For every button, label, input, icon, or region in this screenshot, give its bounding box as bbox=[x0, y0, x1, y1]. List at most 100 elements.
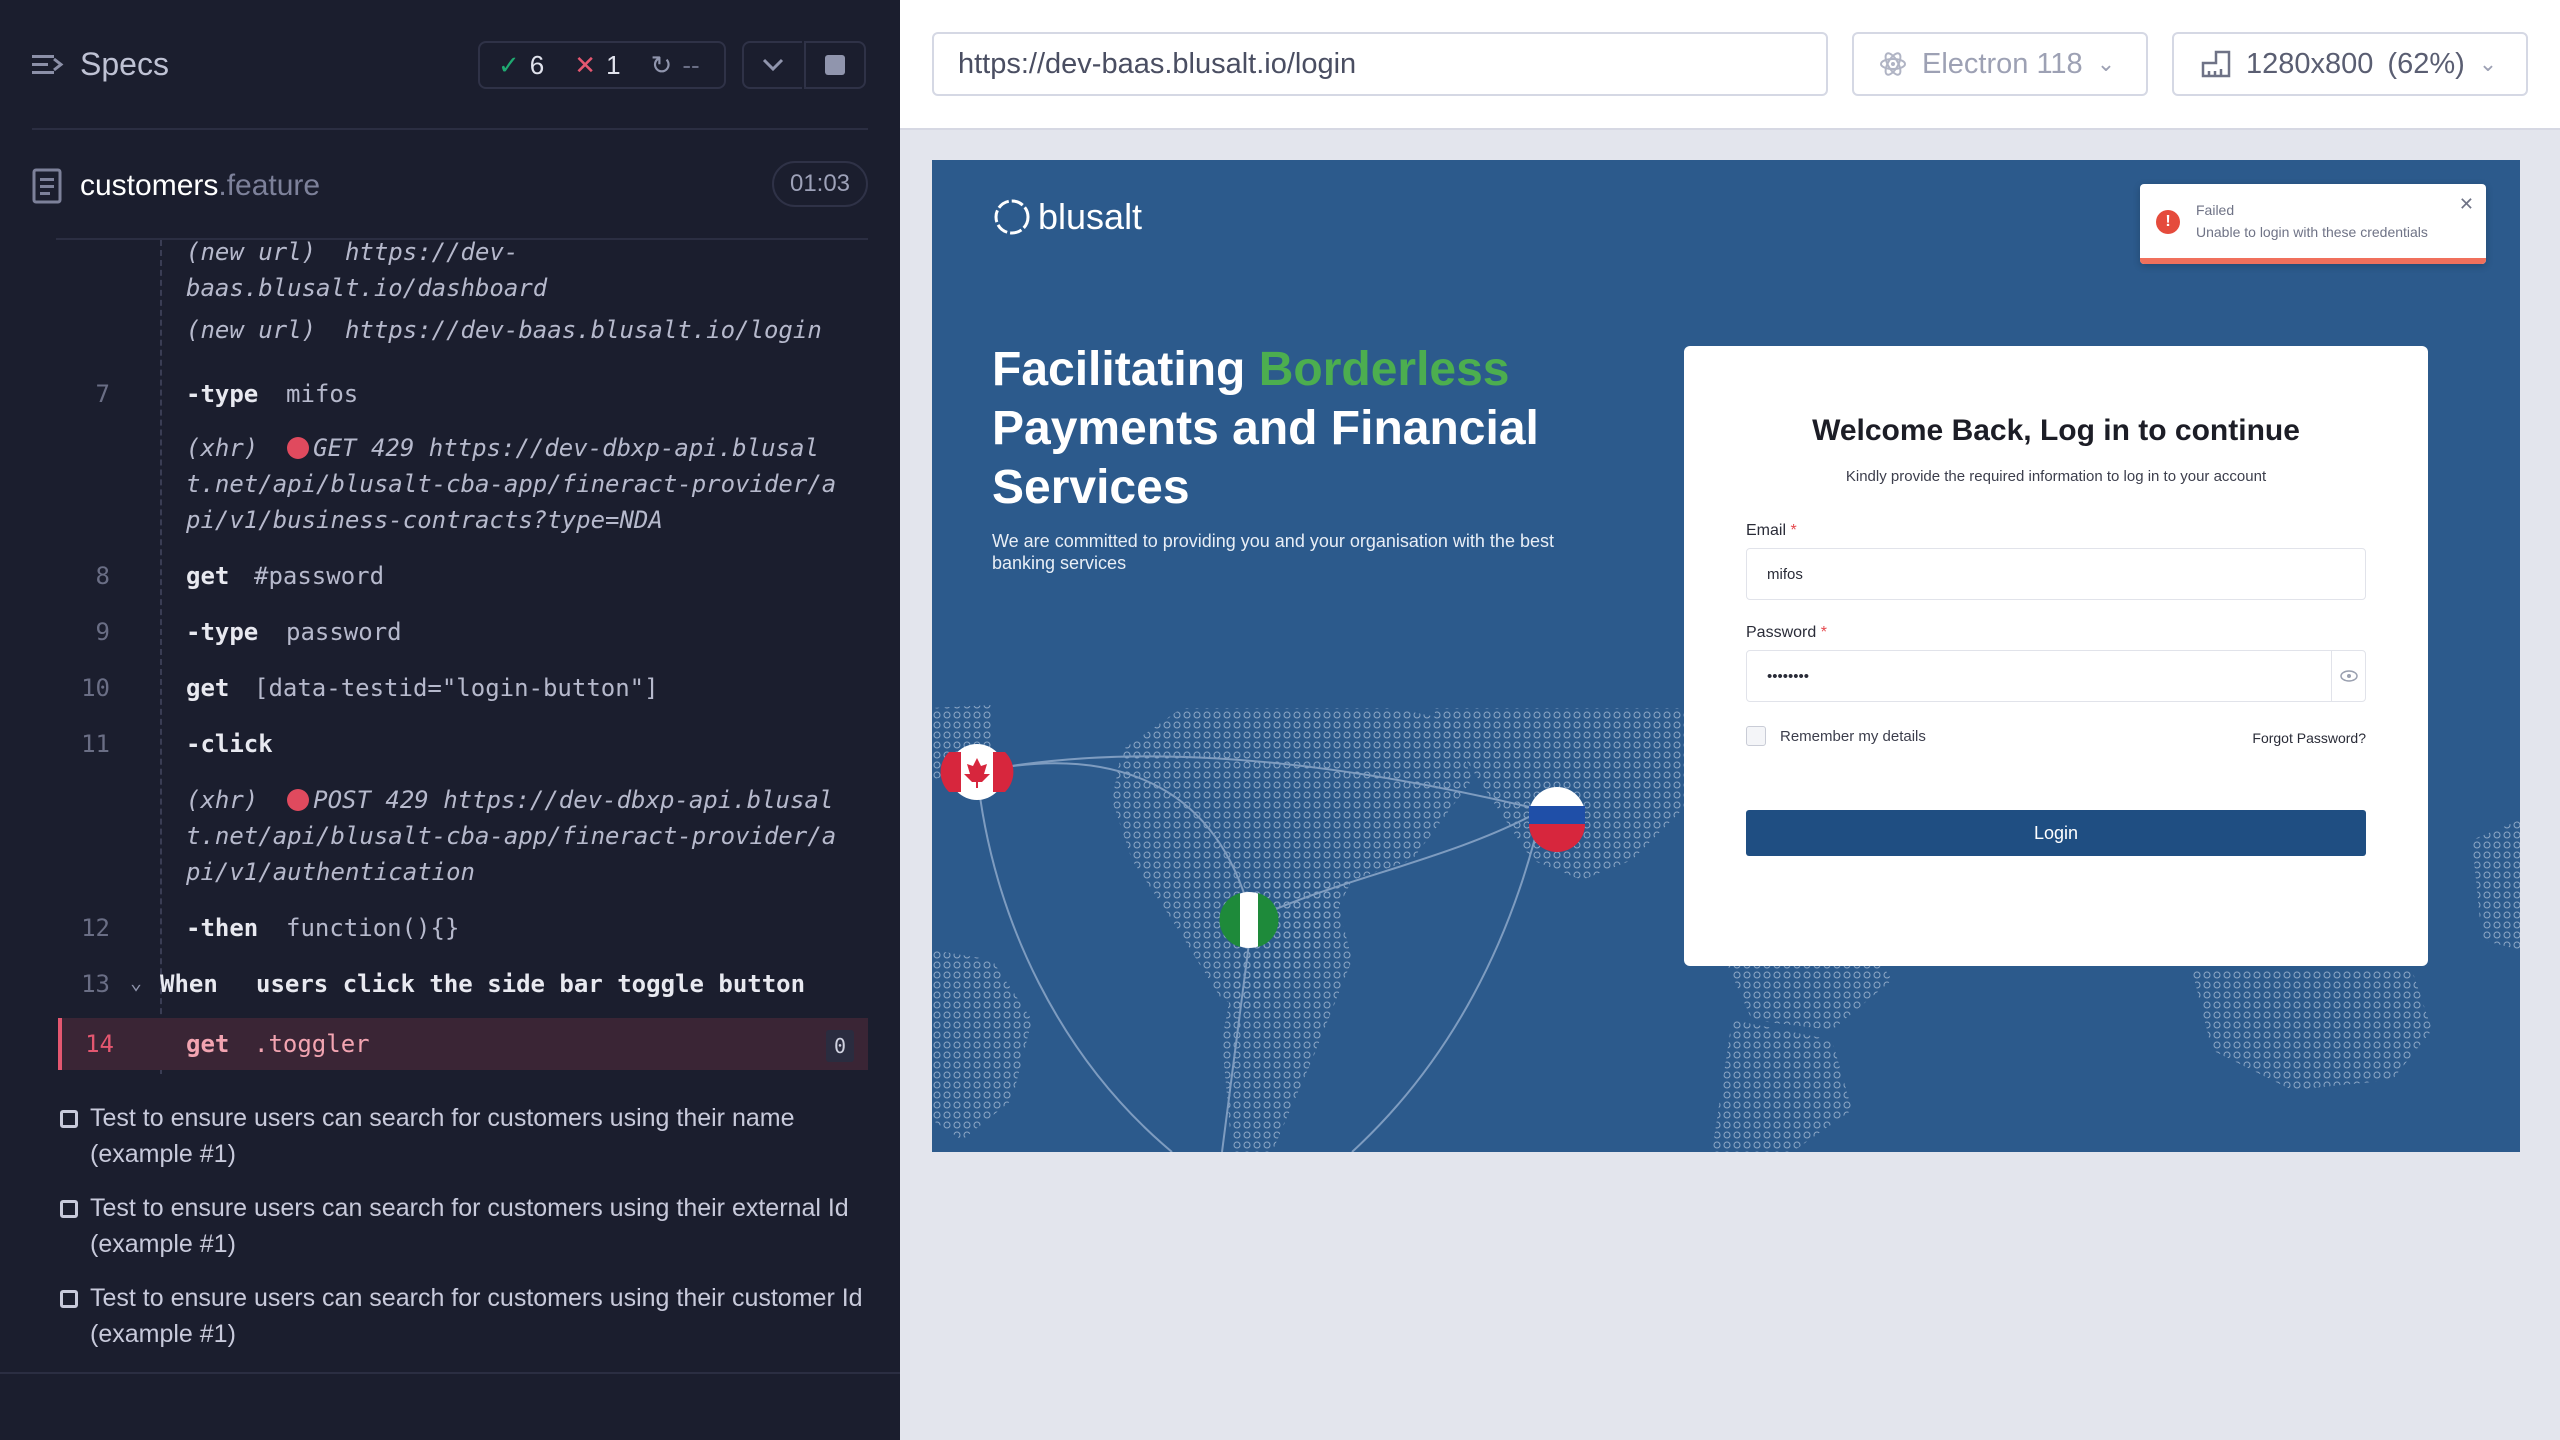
chevron-down-icon: ⌄ bbox=[2478, 51, 2498, 76]
spec-file-header: customers.feature 01:03 bbox=[0, 150, 900, 220]
command-row[interactable]: 7 -type mifos bbox=[58, 380, 868, 412]
command-name: get bbox=[186, 674, 230, 702]
checkbox-icon bbox=[60, 1200, 78, 1218]
password-label-text: Password bbox=[1746, 624, 1817, 641]
email-field[interactable]: mifos bbox=[1746, 548, 2366, 600]
divider bbox=[0, 1372, 900, 1374]
command-row[interactable]: 8 get #password bbox=[58, 562, 868, 594]
test-item[interactable]: Test to ensure users can search for cust… bbox=[58, 1280, 868, 1352]
command-row[interactable]: 10 get [data-testid="login-button"] bbox=[58, 674, 868, 706]
event-text: https://dev-baas.blusalt.io/login bbox=[344, 316, 822, 344]
browser-name: Electron 118 bbox=[1922, 47, 2083, 80]
passed-count: 6 bbox=[529, 49, 545, 80]
file-extension: .feature bbox=[218, 169, 321, 202]
password-label: Password * bbox=[1746, 624, 1827, 642]
forgot-password-link[interactable]: Forgot Password? bbox=[2252, 730, 2366, 746]
email-label: Email * bbox=[1746, 522, 1797, 540]
chevron-down-icon[interactable]: ⌄ bbox=[130, 970, 142, 994]
specs-list-icon[interactable] bbox=[30, 48, 64, 82]
command-xhr[interactable]: (xhr) GET 429 https://dev-dbxp-api.blusa… bbox=[58, 434, 868, 544]
command-arg: function(){} bbox=[286, 914, 460, 942]
xhr-label: (xhr) bbox=[186, 434, 259, 462]
viewport-selector[interactable]: 1280x800 (62%) ⌄ bbox=[2172, 32, 2528, 96]
error-icon: ! bbox=[2156, 210, 2180, 234]
hero-accent: Borderless bbox=[1258, 343, 1510, 396]
toast-title: Failed bbox=[2196, 202, 2235, 218]
remember-label: Remember my details bbox=[1780, 727, 1926, 745]
blusalt-logo-icon bbox=[994, 199, 1030, 235]
toast-message: Unable to login with these credentials bbox=[2196, 224, 2428, 240]
electron-icon bbox=[1880, 52, 1906, 76]
chevron-down-icon: ⌄ bbox=[2096, 51, 2116, 76]
command-arg: mifos bbox=[286, 380, 359, 408]
specs-title[interactable]: Specs bbox=[80, 46, 169, 83]
test-item[interactable]: Test to ensure users can search for cust… bbox=[58, 1190, 868, 1262]
command-log: (new url) https://dev-baas.blusalt.io/da… bbox=[58, 240, 868, 1074]
command-arg: .toggler bbox=[254, 1030, 370, 1058]
test-title: Test to ensure users can search for cust… bbox=[90, 1284, 863, 1348]
command-arg: password bbox=[286, 618, 402, 646]
required-marker: * bbox=[1820, 624, 1827, 641]
xhr-label: (xhr) bbox=[186, 786, 259, 814]
duration-badge: 01:03 bbox=[772, 161, 868, 207]
required-marker: * bbox=[1790, 522, 1797, 539]
preview-toolbar: https://dev-baas.blusalt.io/login Electr… bbox=[900, 0, 2560, 130]
app-under-test: blusalt Facilitating Borderless Payments … bbox=[932, 160, 2520, 1152]
stop-button[interactable] bbox=[804, 41, 866, 89]
password-field[interactable]: •••••••• bbox=[1746, 650, 2366, 702]
error-toast: ! Failed Unable to login with these cred… bbox=[2140, 184, 2486, 264]
command-name: -then bbox=[186, 914, 259, 942]
hero-subtitle: We are committed to providing you and yo… bbox=[992, 531, 1554, 573]
login-title: Welcome Back, Log in to continue bbox=[1812, 414, 2300, 447]
checkbox-icon bbox=[60, 1110, 78, 1128]
russia-flag-icon bbox=[1529, 787, 1585, 852]
pending-count: -- bbox=[682, 49, 700, 80]
canada-flag-icon bbox=[940, 744, 1014, 800]
test-title: Test to ensure users can search for cust… bbox=[90, 1104, 795, 1168]
browser-selector[interactable]: Electron 118 ⌄ bbox=[1852, 32, 2148, 96]
remember-checkbox[interactable]: Remember my details bbox=[1746, 726, 1926, 746]
command-row[interactable]: 12 -then function(){} bbox=[58, 914, 868, 946]
brand-logo[interactable]: blusalt bbox=[992, 196, 1142, 238]
element-count-badge: 0 bbox=[826, 1030, 854, 1062]
event-label: (new url) bbox=[186, 240, 317, 266]
line-number: 9 bbox=[95, 618, 110, 646]
toast-progress-bar bbox=[2140, 258, 2486, 264]
line-number: 13 bbox=[81, 970, 110, 998]
test-item[interactable]: Test to ensure users can search for cust… bbox=[58, 1100, 868, 1172]
command-arg: [data-testid="login-button"] bbox=[254, 674, 659, 702]
command-row[interactable]: 11 -click bbox=[58, 730, 868, 762]
eye-icon[interactable] bbox=[2331, 651, 2365, 701]
command-event[interactable]: (new url) https://dev-baas.blusalt.io/da… bbox=[58, 240, 868, 304]
login-button[interactable]: Login bbox=[1746, 810, 2366, 856]
command-row-active[interactable]: 14 get .toggler 0 bbox=[58, 1018, 868, 1070]
document-icon bbox=[32, 168, 62, 204]
command-xhr[interactable]: (xhr) POST 429 https://dev-dbxp-api.blus… bbox=[58, 786, 868, 896]
close-icon[interactable]: ✕ bbox=[2459, 194, 2474, 215]
collapse-button[interactable] bbox=[742, 41, 802, 89]
step-text: users click the side bar toggle button bbox=[256, 970, 806, 998]
xhr-text: GET 429 https://dev-dbxp-api.blusalt.net… bbox=[186, 434, 837, 534]
login-card: Welcome Back, Log in to continue Kindly … bbox=[1684, 346, 2428, 966]
checkbox-icon bbox=[1746, 726, 1766, 746]
command-row[interactable]: 9 -type password bbox=[58, 618, 868, 650]
hero-heading: Facilitating Borderless Payments and Fina… bbox=[992, 340, 1612, 517]
app-preview-panel: https://dev-baas.blusalt.io/login Electr… bbox=[900, 0, 2560, 1440]
step-when-row[interactable]: 13 ⌄ When users click the side bar toggl… bbox=[58, 970, 868, 1002]
test-title: Test to ensure users can search for cust… bbox=[90, 1194, 849, 1258]
step-keyword: When bbox=[160, 970, 218, 998]
url-field[interactable]: https://dev-baas.blusalt.io/login bbox=[932, 32, 1828, 96]
error-dot-icon bbox=[287, 789, 310, 811]
spec-file-name[interactable]: customers.feature bbox=[80, 169, 320, 203]
command-arg: #password bbox=[254, 562, 385, 590]
command-event[interactable]: (new url) https://dev-baas.blusalt.io/lo… bbox=[58, 316, 868, 350]
hero-rest: Payments and Financial Services bbox=[992, 402, 1539, 514]
command-name: get bbox=[186, 1030, 230, 1058]
line-number: 12 bbox=[81, 914, 110, 942]
command-name: -type bbox=[186, 618, 259, 646]
checkbox-icon bbox=[60, 1290, 78, 1308]
event-label: (new url) bbox=[186, 316, 317, 344]
divider bbox=[32, 128, 868, 130]
test-runner-panel: Specs ✓ 6 ✕ 1 ↻ -- customers.feature 01:03 … bbox=[0, 0, 900, 1440]
x-icon: ✕ bbox=[574, 49, 597, 80]
